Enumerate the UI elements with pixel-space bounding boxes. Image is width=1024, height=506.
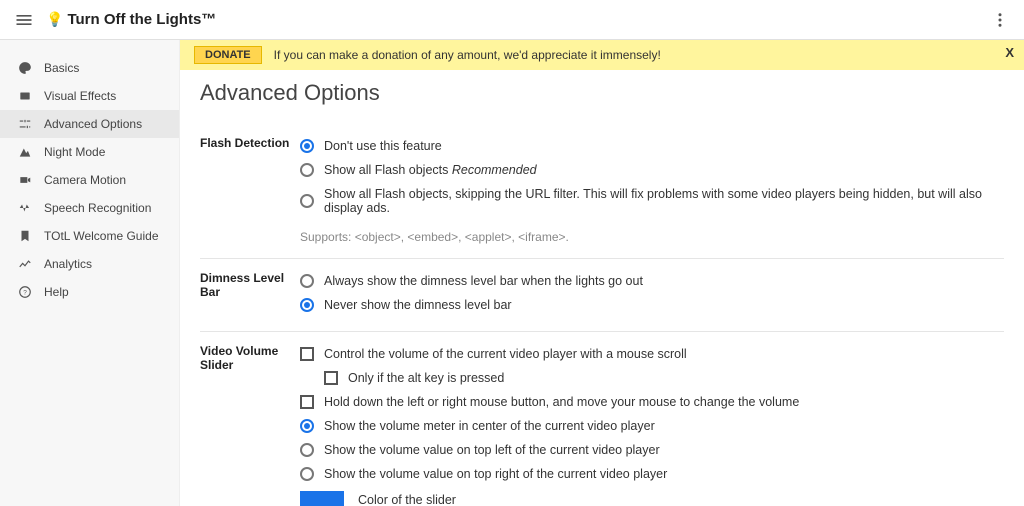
color-swatch[interactable] [300, 491, 344, 506]
chart-icon [16, 257, 34, 271]
sidebar-item-label: TOtL Welcome Guide [44, 229, 159, 243]
main-panel: DONATE If you can make a donation of any… [180, 40, 1024, 506]
radio-icon[interactable] [300, 163, 314, 177]
section-volume: Video Volume Slider Control the volume o… [200, 331, 1004, 506]
option-label: Always show the dimness level bar when t… [324, 274, 643, 288]
checkbox-icon[interactable] [324, 371, 338, 385]
flash-supports-hint: Supports: <object>, <embed>, <applet>, <… [300, 230, 1004, 244]
option-label: Show the volume value on top left of the… [324, 443, 660, 457]
radio-icon[interactable] [300, 443, 314, 457]
sliders-icon [16, 117, 34, 131]
app-title: 💡 Turn Off the Lights™ [46, 11, 216, 28]
checkbox-icon[interactable] [300, 395, 314, 409]
page-title: Advanced Options [200, 80, 1004, 106]
volume-color-row: Color of the slider [300, 486, 1004, 506]
help-icon: ? [16, 285, 34, 299]
svg-text:?: ? [23, 289, 27, 296]
close-icon[interactable]: X [1005, 45, 1014, 60]
sidebar: Basics Visual Effects Advanced Options N… [0, 40, 180, 506]
option-label: Only if the alt key is pressed [348, 371, 504, 385]
radio-icon[interactable] [300, 419, 314, 433]
donate-banner: DONATE If you can make a donation of any… [180, 40, 1024, 70]
mountain-icon [16, 145, 34, 159]
sidebar-item-label: Camera Motion [44, 173, 126, 187]
palette-icon [16, 61, 34, 75]
volume-opt-topright[interactable]: Show the volume value on top right of th… [300, 462, 1004, 486]
sidebar-item-speech[interactable]: Speech Recognition [0, 194, 179, 222]
radio-icon[interactable] [300, 298, 314, 312]
option-label: Hold down the left or right mouse button… [324, 395, 799, 409]
sidebar-item-night-mode[interactable]: Night Mode [0, 138, 179, 166]
top-bar: 💡 Turn Off the Lights™ [0, 0, 1024, 40]
section-flash: Flash Detection Don't use this feature S… [200, 124, 1004, 258]
radio-icon[interactable] [300, 194, 314, 208]
checkbox-icon[interactable] [300, 347, 314, 361]
dimness-opt-2[interactable]: Never show the dimness level bar [300, 293, 1004, 317]
section-heading: Flash Detection [200, 134, 300, 244]
bookmark-icon [16, 229, 34, 243]
sidebar-item-advanced-options[interactable]: Advanced Options [0, 110, 179, 138]
option-label: Show all Flash objects Recommended [324, 163, 537, 177]
radio-icon[interactable] [300, 467, 314, 481]
sidebar-item-label: Basics [44, 61, 79, 75]
sidebar-item-visual-effects[interactable]: Visual Effects [0, 82, 179, 110]
sidebar-item-label: Speech Recognition [44, 201, 151, 215]
sidebar-item-help[interactable]: ? Help [0, 278, 179, 306]
radio-icon[interactable] [300, 139, 314, 153]
donate-button[interactable]: DONATE [194, 46, 262, 64]
donate-text: If you can make a donation of any amount… [274, 48, 661, 62]
radio-icon[interactable] [300, 274, 314, 288]
option-label: Show all Flash objects, skipping the URL… [324, 187, 1004, 215]
sidebar-item-label: Analytics [44, 257, 92, 271]
sidebar-item-label: Help [44, 285, 69, 299]
sidebar-item-label: Visual Effects [44, 89, 116, 103]
color-label: Color of the slider [358, 493, 456, 506]
sidebar-item-label: Advanced Options [44, 117, 142, 131]
flash-opt-1[interactable]: Don't use this feature [300, 134, 1004, 158]
section-heading: Video Volume Slider [200, 342, 300, 506]
sidebar-item-camera-motion[interactable]: Camera Motion [0, 166, 179, 194]
option-label: Control the volume of the current video … [324, 347, 687, 361]
bulb-icon: 💡 [46, 11, 63, 28]
dimness-opt-1[interactable]: Always show the dimness level bar when t… [300, 269, 1004, 293]
volume-opt-altkey[interactable]: Only if the alt key is pressed [300, 366, 1004, 390]
sidebar-item-label: Night Mode [44, 145, 105, 159]
section-heading: Dimness Level Bar [200, 269, 300, 317]
app-title-text: Turn Off the Lights™ [67, 11, 216, 28]
section-dimness: Dimness Level Bar Always show the dimnes… [200, 258, 1004, 331]
kebab-menu-icon[interactable] [984, 4, 1016, 36]
option-label: Never show the dimness level bar [324, 298, 512, 312]
option-label: Show the volume meter in center of the c… [324, 419, 655, 433]
wave-icon [16, 201, 34, 215]
volume-opt-scroll[interactable]: Control the volume of the current video … [300, 342, 1004, 366]
volume-opt-topleft[interactable]: Show the volume value on top left of the… [300, 438, 1004, 462]
volume-opt-center[interactable]: Show the volume meter in center of the c… [300, 414, 1004, 438]
sidebar-item-analytics[interactable]: Analytics [0, 250, 179, 278]
square-icon [16, 89, 34, 103]
sidebar-item-basics[interactable]: Basics [0, 54, 179, 82]
option-label: Show the volume value on top right of th… [324, 467, 667, 481]
flash-opt-3[interactable]: Show all Flash objects, skipping the URL… [300, 182, 1004, 220]
hamburger-icon[interactable] [8, 4, 40, 36]
camera-icon [16, 173, 34, 187]
flash-opt-2[interactable]: Show all Flash objects Recommended [300, 158, 1004, 182]
sidebar-item-welcome[interactable]: TOtL Welcome Guide [0, 222, 179, 250]
volume-opt-hold[interactable]: Hold down the left or right mouse button… [300, 390, 1004, 414]
option-label: Don't use this feature [324, 139, 442, 153]
